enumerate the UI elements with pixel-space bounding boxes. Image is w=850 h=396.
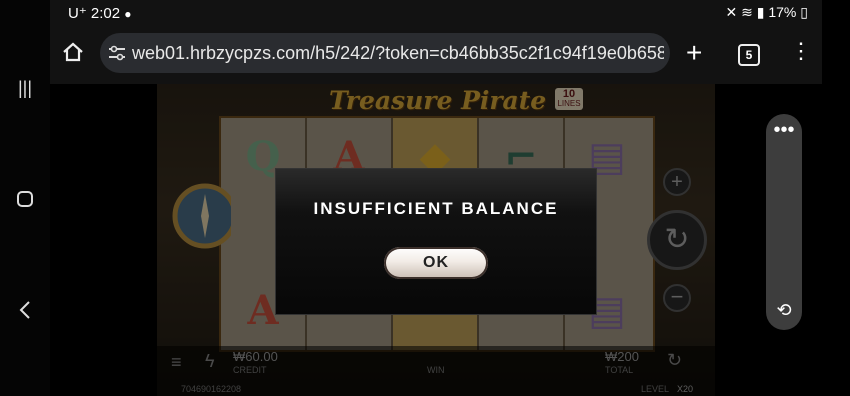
web-page: Treasure Pirate 10 LINES Q A A ◆ ⌐ ▤ ▤ +… [50,84,822,396]
tab-switcher-button[interactable]: 5 [738,44,760,66]
home-square-icon [17,191,33,207]
browser-home-icon[interactable] [62,42,84,67]
status-right: ✕ ≋ ▮ 17% ▯ [726,4,809,21]
home-button[interactable] [0,190,50,213]
battery-percent: 17% [768,4,797,20]
insufficient-balance-dialog: INSUFFICIENT BALANCE OK [275,168,597,315]
mute-icon: ✕ [725,4,738,20]
signal-icon: ▮ [756,4,765,20]
clock-time: 2:02 [90,5,121,22]
chat-bubble-icon: ● [124,7,132,21]
wifi-icon: ≋ [741,4,753,20]
rotate-lock-icon[interactable]: ⟲ [766,300,802,321]
new-tab-icon[interactable]: + [686,39,702,67]
url-text[interactable]: web01.hrbzycpzs.com/h5/242/?token=cb46bb… [132,43,664,64]
back-chevron-icon [19,301,30,319]
recent-apps-button[interactable]: ||| [0,78,50,99]
carrier-label: U⁺ [68,5,87,22]
more-options-icon[interactable]: ••• [766,120,802,140]
back-button[interactable] [0,300,50,325]
site-settings-icon[interactable] [108,45,126,66]
status-bar: U⁺ 2:02 ● ✕ ≋ ▮ 17% ▯ [50,0,822,26]
battery-icon: ▯ [800,4,808,20]
floating-side-panel[interactable]: ••• ⟲ [766,114,802,330]
status-left: U⁺ 2:02 ● [68,4,132,22]
dialog-message: INSUFFICIENT BALANCE [313,199,559,218]
browser-chrome: U⁺ 2:02 ● ✕ ≋ ▮ 17% ▯ web01.hrbzycpzs.co… [50,0,822,84]
ok-button[interactable]: OK [384,247,488,279]
system-nav-bar: ||| [0,0,51,396]
overflow-menu-icon[interactable]: ⋮ [790,40,812,62]
url-bar[interactable]: web01.hrbzycpzs.com/h5/242/?token=cb46bb… [100,33,670,73]
